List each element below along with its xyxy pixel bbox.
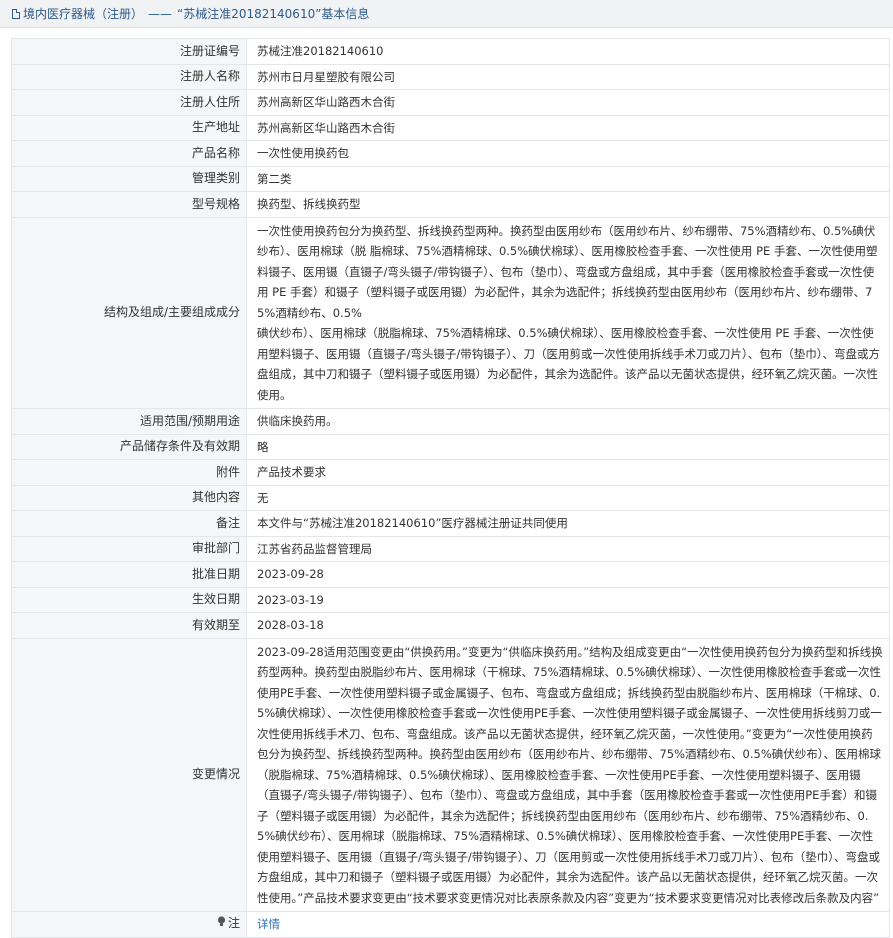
table-row: 变更情况 2023-09-28适用范围变更由“供换药用。”变更为“供临床换药用。…	[11, 637, 890, 912]
table-row: 生效日期 2023-03-19	[11, 586, 890, 613]
field-value: 无	[246, 484, 890, 511]
details-link[interactable]: 详情	[257, 917, 280, 931]
field-label: 批准日期	[11, 561, 247, 588]
field-label: 注册人住所	[11, 89, 247, 116]
header-prefix: 境内医疗器械（注册）	[23, 7, 144, 21]
field-label: 其他内容	[11, 484, 247, 511]
table-row: 产品名称 一次性使用换药包	[11, 140, 890, 167]
note-value: 详情	[246, 911, 890, 938]
field-label: 管理类别	[11, 165, 247, 192]
table-row: 注册人住所 苏州高新区华山路西木合街	[11, 89, 890, 116]
field-value: 2023-03-19	[246, 586, 890, 613]
field-label: 适用范围/预期用途	[11, 408, 247, 435]
table-row: 管理类别 第二类	[11, 165, 890, 192]
page-title: “苏械注准20182140610”基本信息	[177, 7, 370, 21]
field-label: 生产地址	[11, 114, 247, 141]
table-row: 结构及组成/主要组成成分 一次性使用换药包分为换药型、拆线换药型两种。换药型由医…	[11, 216, 890, 409]
field-value: 2023-09-28适用范围变更由“供换药用。”变更为“供临床换药用。”结构及组…	[246, 637, 890, 912]
table-row: 注册人名称 苏州市日月星塑胶有限公司	[11, 63, 890, 90]
field-label: 备注	[11, 510, 247, 537]
note-label: 注	[227, 916, 240, 931]
document-icon	[12, 8, 20, 19]
field-value: 换药型、拆线换药型	[246, 191, 890, 218]
table-row: 型号规格 换药型、拆线换药型	[11, 191, 890, 218]
table-row: 备注 本文件与“苏械注准20182140610”医疗器械注册证共同使用	[11, 510, 890, 537]
table-row: 批准日期 2023-09-28	[11, 561, 890, 588]
detail-table: 注册证编号 苏械注准20182140610 注册人名称 苏州市日月星塑胶有限公司…	[11, 38, 890, 938]
table-row: 产品储存条件及有效期 略	[11, 433, 890, 460]
field-label: 变更情况	[11, 637, 247, 912]
field-value: 一次性使用换药包	[246, 140, 890, 167]
page-header: 境内医疗器械（注册） —— “苏械注准20182140610”基本信息	[0, 0, 893, 28]
note-row: 注 详情	[11, 911, 890, 938]
table-row: 审批部门 江苏省药品监督管理局	[11, 535, 890, 562]
field-label: 产品名称	[11, 140, 247, 167]
field-label: 有效期至	[11, 612, 247, 639]
field-value: 本文件与“苏械注准20182140610”医疗器械注册证共同使用	[246, 510, 890, 537]
field-value: 2028-03-18	[246, 612, 890, 639]
field-label: 注册人名称	[11, 63, 247, 90]
field-value: 苏州市日月星塑胶有限公司	[246, 63, 890, 90]
field-label: 注册证编号	[11, 38, 247, 65]
field-label: 型号规格	[11, 191, 247, 218]
field-value: 供临床换药用。	[246, 408, 890, 435]
table-row: 有效期至 2028-03-18	[11, 612, 890, 639]
header-separator: ——	[148, 6, 173, 21]
table-row: 生产地址 苏州高新区华山路西木合街	[11, 114, 890, 141]
field-label: 生效日期	[11, 586, 247, 613]
field-label: 结构及组成/主要组成成分	[11, 216, 247, 409]
table-row: 其他内容 无	[11, 484, 890, 511]
note-label-cell: 注	[11, 911, 247, 938]
field-label: 附件	[11, 459, 247, 486]
field-value: 2023-09-28	[246, 561, 890, 588]
field-value: 一次性使用换药包分为换药型、拆线换药型两种。换药型由医用纱布（医用纱布片、纱布绷…	[246, 216, 890, 409]
field-value: 苏州高新区华山路西木合街	[246, 89, 890, 116]
field-value: 产品技术要求	[246, 459, 890, 486]
table-row: 附件 产品技术要求	[11, 459, 890, 486]
table-row: 注册证编号 苏械注准20182140610	[11, 38, 890, 65]
table-row: 适用范围/预期用途 供临床换药用。	[11, 408, 890, 435]
field-value: 苏械注准20182140610	[246, 38, 890, 65]
field-label: 审批部门	[11, 535, 247, 562]
field-value: 苏州高新区华山路西木合街	[246, 114, 890, 141]
field-value: 江苏省药品监督管理局	[246, 535, 890, 562]
lightbulb-icon	[217, 914, 226, 935]
field-value: 第二类	[246, 165, 890, 192]
field-value: 略	[246, 433, 890, 460]
field-label: 产品储存条件及有效期	[11, 433, 247, 460]
